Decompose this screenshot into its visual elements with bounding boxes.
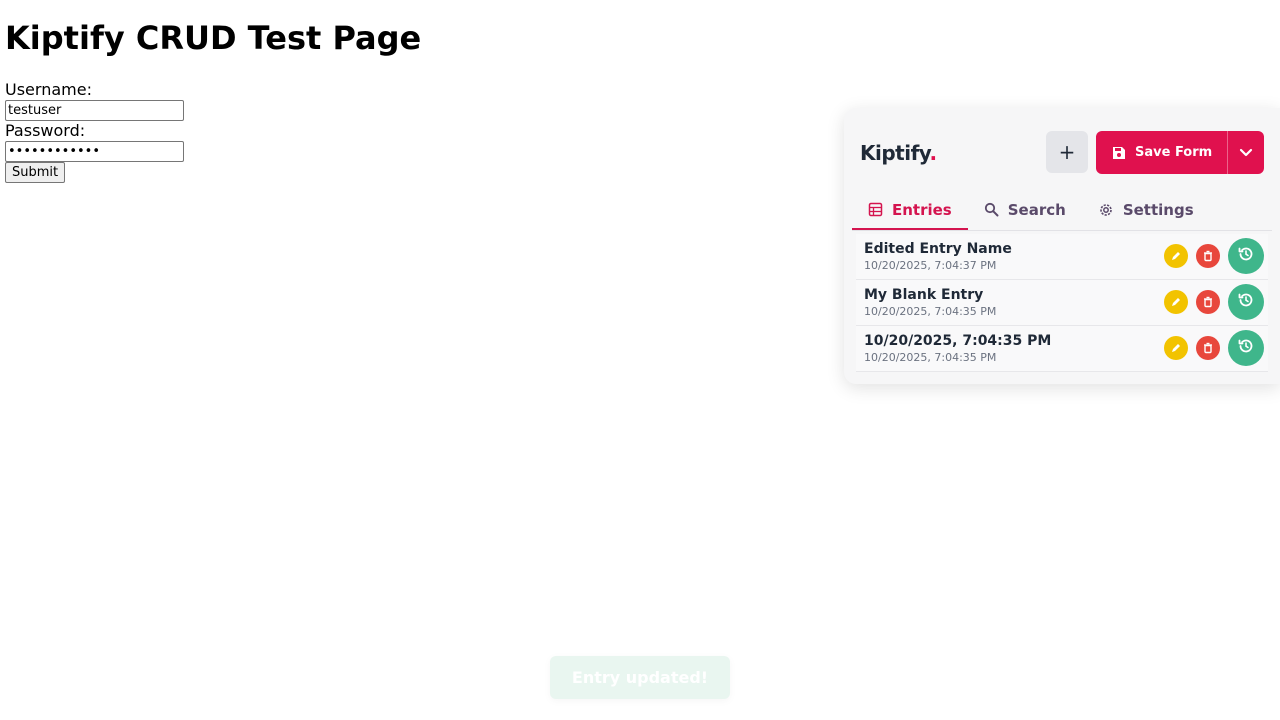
tab-settings[interactable]: Settings xyxy=(1082,191,1210,228)
logo-text: Kiptify xyxy=(860,141,930,165)
entry-date: 10/20/2025, 7:04:35 PM xyxy=(864,305,997,318)
delete-entry-button[interactable] xyxy=(1196,244,1220,268)
delete-entry-button[interactable] xyxy=(1196,290,1220,314)
pencil-icon xyxy=(1170,247,1182,266)
entries-list: Edited Entry Name 10/20/2025, 7:04:37 PM… xyxy=(856,234,1268,372)
submit-button[interactable]: Submit xyxy=(5,162,66,183)
load-entry-button[interactable] xyxy=(1228,330,1264,366)
logo-dot: . xyxy=(929,141,938,165)
tab-entries-label: Entries xyxy=(892,200,952,219)
load-entry-button[interactable] xyxy=(1228,284,1264,320)
kiptify-tabs: Entries Search Settings xyxy=(852,191,1272,231)
login-form: Username: Password: Submit xyxy=(5,80,305,183)
save-options-dropdown[interactable] xyxy=(1228,131,1264,174)
entry-date: 10/20/2025, 7:04:37 PM xyxy=(864,259,997,272)
trash-icon xyxy=(1202,339,1214,358)
save-form-label: Save Form xyxy=(1135,145,1213,160)
kiptify-panel: Kiptify. + Save Form Entries Search Sett… xyxy=(844,108,1280,384)
entry-name: 10/20/2025, 7:04:35 PM xyxy=(864,333,1052,349)
floppy-disk-icon xyxy=(1112,146,1126,160)
tab-search[interactable]: Search xyxy=(968,191,1082,228)
gear-icon xyxy=(1098,202,1114,218)
password-label: Password: xyxy=(5,121,86,140)
trash-icon xyxy=(1202,247,1214,266)
pencil-icon xyxy=(1170,339,1182,358)
kiptify-logo: Kiptify. xyxy=(860,141,937,165)
tab-entries[interactable]: Entries xyxy=(852,191,968,230)
table-icon xyxy=(868,202,883,217)
edit-entry-button[interactable] xyxy=(1164,290,1188,314)
list-item[interactable]: Edited Entry Name 10/20/2025, 7:04:37 PM xyxy=(856,234,1268,280)
list-item[interactable]: My Blank Entry 10/20/2025, 7:04:35 PM xyxy=(856,280,1268,326)
list-item[interactable]: 10/20/2025, 7:04:35 PM 10/20/2025, 7:04:… xyxy=(856,326,1268,372)
entry-date: 10/20/2025, 7:04:35 PM xyxy=(864,351,997,364)
save-form-button-group: Save Form xyxy=(1096,131,1264,174)
trash-icon xyxy=(1202,293,1214,312)
page-title: Kiptify CRUD Test Page xyxy=(5,19,422,57)
password-input[interactable] xyxy=(5,141,184,162)
toast-notification: Entry updated! xyxy=(550,656,730,699)
pencil-icon xyxy=(1170,293,1182,312)
search-icon xyxy=(984,202,999,217)
tab-settings-label: Settings xyxy=(1122,200,1194,219)
save-form-button[interactable]: Save Form xyxy=(1096,131,1227,174)
tab-search-label: Search xyxy=(1007,200,1066,219)
delete-entry-button[interactable] xyxy=(1196,336,1220,360)
edit-entry-button[interactable] xyxy=(1164,244,1188,268)
load-entry-button[interactable] xyxy=(1228,238,1264,274)
edit-entry-button[interactable] xyxy=(1164,336,1188,360)
username-label: Username: xyxy=(5,80,92,99)
history-icon xyxy=(1237,337,1255,359)
history-icon xyxy=(1237,245,1255,267)
add-entry-button[interactable]: + xyxy=(1046,131,1088,173)
username-input[interactable] xyxy=(5,100,184,121)
entry-name: My Blank Entry xyxy=(864,287,984,303)
entry-name: Edited Entry Name xyxy=(864,241,1012,257)
history-icon xyxy=(1237,291,1255,313)
chevron-down-icon xyxy=(1239,143,1253,162)
